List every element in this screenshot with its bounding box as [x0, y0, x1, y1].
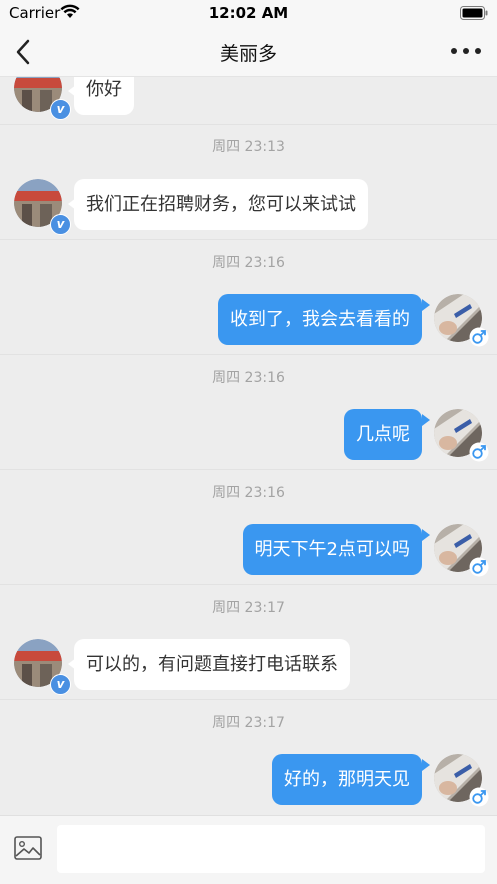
bubble-tail	[422, 299, 430, 311]
page-title: 美丽多	[219, 43, 277, 65]
contact-avatar[interactable]: v	[14, 77, 71, 120]
bubble-tail	[422, 529, 430, 541]
more-options-button[interactable]	[449, 40, 483, 62]
message-timestamp: 周四 23:16	[212, 370, 285, 386]
male-gender-icon	[469, 442, 489, 462]
separator	[0, 124, 497, 125]
status-time: 12:02 AM	[208, 4, 289, 22]
user-avatar[interactable]	[434, 294, 489, 347]
incoming-message-bubble[interactable]: 我们正在招聘财务，您可以来试试	[74, 179, 368, 230]
outgoing-message-bubble[interactable]: 收到了，我会去看看的	[218, 294, 422, 345]
battery-icon	[460, 5, 488, 24]
chat-message-list[interactable]: v 你好 周四 23:13 v 我们正在招聘财务，您可以来试试 周四 23:16…	[0, 77, 497, 815]
send-image-button[interactable]	[14, 836, 42, 864]
outgoing-message-bubble[interactable]: 几点呢	[344, 409, 422, 460]
bubble-tail	[422, 414, 430, 426]
male-gender-icon	[469, 787, 489, 807]
incoming-message-bubble[interactable]: 你好	[74, 77, 134, 115]
image-icon	[14, 836, 42, 860]
verified-badge-icon: v	[50, 214, 71, 235]
incoming-message-bubble[interactable]: 可以的，有问题直接打电话联系	[74, 639, 350, 690]
bubble-tail	[422, 759, 430, 771]
verified-badge-icon: v	[50, 99, 71, 120]
separator	[0, 584, 497, 585]
user-avatar[interactable]	[434, 754, 489, 807]
outgoing-message-bubble[interactable]: 好的，那明天见	[272, 754, 422, 805]
separator	[0, 699, 497, 700]
contact-avatar[interactable]: v	[14, 639, 71, 695]
message-input[interactable]	[57, 825, 485, 873]
male-gender-icon	[469, 557, 489, 577]
navigation-bar: 美丽多	[0, 26, 497, 77]
status-bar: Carrier 12:02 AM	[0, 0, 497, 26]
message-input-bar	[0, 815, 497, 884]
more-dots-icon	[451, 48, 481, 54]
message-timestamp: 周四 23:17	[212, 715, 285, 731]
verified-badge-icon: v	[50, 674, 71, 695]
separator	[0, 469, 497, 470]
message-timestamp: 周四 23:16	[212, 255, 285, 271]
separator	[0, 354, 497, 355]
message-timestamp: 周四 23:17	[212, 600, 285, 616]
message-timestamp: 周四 23:13	[212, 139, 285, 155]
message-timestamp: 周四 23:16	[212, 485, 285, 501]
user-avatar[interactable]	[434, 524, 489, 577]
male-gender-icon	[469, 327, 489, 347]
separator	[0, 239, 497, 240]
user-avatar[interactable]	[434, 409, 489, 462]
contact-avatar[interactable]: v	[14, 179, 71, 235]
outgoing-message-bubble[interactable]: 明天下午2点可以吗	[242, 524, 422, 575]
